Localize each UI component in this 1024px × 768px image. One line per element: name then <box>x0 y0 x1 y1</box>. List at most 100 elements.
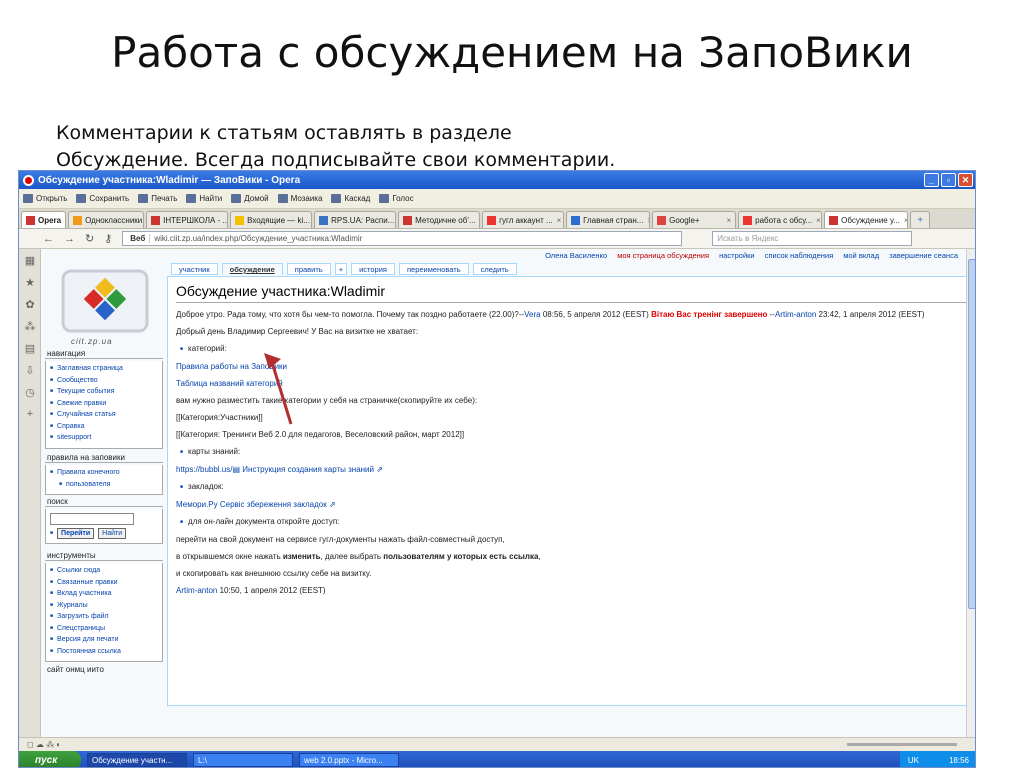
unite-icon[interactable]: ⁂ <box>19 315 41 337</box>
toolbar-find[interactable]: Найти <box>186 194 222 203</box>
nav-random-article[interactable]: Случайная статья <box>50 409 158 421</box>
contributions-link[interactable]: мой вклад <box>843 251 879 260</box>
nav-help[interactable]: Справка <box>50 421 158 433</box>
back-icon[interactable]: ← <box>43 233 54 245</box>
close-tab-icon[interactable]: × <box>647 216 649 225</box>
signature-user-link[interactable]: Artim-anton <box>176 586 217 595</box>
navigation-title: навигация <box>45 349 163 359</box>
forward-icon[interactable]: → <box>64 233 75 245</box>
new-tab-button[interactable]: + <box>910 211 931 228</box>
toolbar-open[interactable]: Открыть <box>23 194 67 203</box>
search-input[interactable]: Искать в Яндекс <box>712 231 913 246</box>
speed-dial-icon[interactable]: ▦ <box>19 249 41 271</box>
tab-google-account[interactable]: гугл аккаунт ... × <box>482 211 565 228</box>
tab-main-page[interactable]: Главная стран...× <box>566 211 651 228</box>
tab-methodical[interactable]: Методичне об'...× <box>398 211 481 228</box>
toolbar-voice[interactable]: Голос <box>379 194 414 203</box>
go-button[interactable]: Перейти <box>57 528 95 539</box>
bookmarks-star-icon[interactable]: ★ <box>19 271 41 293</box>
nav-sitesupport[interactable]: sitesupport <box>50 432 158 444</box>
maximize-button[interactable]: ▫ <box>941 173 956 187</box>
tab-watch[interactable]: следить <box>472 263 517 275</box>
watchlist-link[interactable]: список наблюдения <box>765 251 833 260</box>
toolbar-home[interactable]: Домой <box>231 194 269 203</box>
tab-active-discussion[interactable]: Обсуждение у... × <box>824 211 909 228</box>
tool-special-pages[interactable]: Спецстраницы <box>50 623 158 635</box>
tab-discussion[interactable]: обсуждение <box>221 263 283 275</box>
vertical-scrollbar[interactable] <box>966 249 975 737</box>
user-link-vera[interactable]: Vera <box>524 310 540 319</box>
task-powerpoint[interactable]: web 2.0.pptx - Micro... <box>299 753 399 767</box>
tab-work-discussion[interactable]: работа с обсу... × <box>738 211 823 228</box>
nav-community[interactable]: Сообщество <box>50 375 158 387</box>
toolbar-tile[interactable]: Мозаика <box>277 194 322 203</box>
minimize-button[interactable]: _ <box>924 173 939 187</box>
tab-odnoklassniki[interactable]: Одноклассники× <box>68 211 145 228</box>
tool-upload[interactable]: Загрузить файл <box>50 611 158 623</box>
close-tab-icon[interactable]: × <box>557 216 562 225</box>
tab-inbox[interactable]: Входящие — ki...× <box>230 211 313 228</box>
reload-icon[interactable]: ↻ <box>85 232 94 245</box>
close-button[interactable]: ✕ <box>958 173 973 187</box>
tab-add-section[interactable]: + <box>334 263 348 275</box>
tab-user-page[interactable]: участник <box>171 263 218 275</box>
tool-related-changes[interactable]: Связанные правки <box>50 577 158 589</box>
wiki-search-input[interactable] <box>50 513 134 525</box>
search-button[interactable]: Найти <box>98 528 127 539</box>
language-indicator[interactable]: UK <box>908 756 919 765</box>
zoom-slider[interactable] <box>847 743 957 746</box>
tool-whatlinkshere[interactable]: Ссылки сюда <box>50 565 158 577</box>
user-link-artim[interactable]: Artim-anton <box>775 310 816 319</box>
add-panel-icon[interactable]: + <box>19 403 41 425</box>
scrollbar-thumb[interactable] <box>968 259 975 609</box>
history-icon[interactable]: ◷ <box>19 381 41 403</box>
tool-contributions[interactable]: Вклад участника <box>50 588 158 600</box>
nav-recent-changes[interactable]: Свежие правки <box>50 398 158 410</box>
favicon-icon <box>657 215 667 225</box>
link-bubbl[interactable]: https://bubbl.us/ <box>176 465 232 474</box>
tool-print[interactable]: Версия для печати <box>50 634 158 646</box>
tool-permalink[interactable]: Постоянная ссылка <box>50 646 158 658</box>
task-opera[interactable]: Обсуждение участн... <box>87 753 187 767</box>
link-memori[interactable]: Мемори.Ру Сервіс збереження закладок <box>176 500 327 509</box>
toolbar-save[interactable]: Сохранить <box>76 194 129 203</box>
slide-text: Комментарии к статьям оставлять в раздел… <box>56 120 756 174</box>
tab-history[interactable]: история <box>351 263 395 275</box>
logout-link[interactable]: завершение сеанса <box>889 251 958 260</box>
tab-rps[interactable]: RPS.UA: Распи...× <box>314 211 397 228</box>
toolbar-print[interactable]: Печать <box>138 194 177 203</box>
tool-logs[interactable]: Журналы <box>50 600 158 612</box>
rules-link[interactable]: Правила конечного <box>50 467 158 479</box>
task-explorer[interactable]: L:\ <box>193 753 293 767</box>
widgets-icon[interactable]: ✿ <box>19 293 41 315</box>
toolbar-cascade[interactable]: Каскад <box>331 194 370 203</box>
tab-google-plus[interactable]: Google+ × <box>652 211 737 228</box>
address-input[interactable]: Веб wiki.ciit.zp.ua/index.php/Обсуждение… <box>122 231 683 246</box>
slide-title: Работа с обсуждением на ЗапоВики <box>111 28 913 77</box>
close-tab-icon[interactable]: × <box>904 216 907 225</box>
notes-icon[interactable]: ▤ <box>19 337 41 359</box>
rules-link-cont[interactable]: пользователя <box>50 479 158 491</box>
external-link-icon: ⇗ <box>374 465 383 474</box>
settings-link[interactable]: настройки <box>719 251 755 260</box>
close-tab-icon[interactable]: × <box>726 216 731 225</box>
favicon-icon <box>319 215 329 225</box>
bullet-online-doc: для он-лайн документа откройте доступ: <box>176 516 966 528</box>
tab-edit[interactable]: править <box>286 263 331 275</box>
key-icon[interactable]: ⚷ <box>104 232 112 245</box>
link-map-instruction[interactable]: Инструкция создания карты знаний <box>240 465 374 474</box>
tab-opera-menu[interactable]: Opera <box>21 211 67 228</box>
nav-main-page[interactable]: Заглавная страница <box>50 363 158 375</box>
tab-intershkola[interactable]: ІНТЕРШКОЛА - ...× <box>146 211 229 228</box>
site-logo[interactable] <box>55 265 155 337</box>
close-tab-icon[interactable]: × <box>480 216 481 225</box>
downloads-icon[interactable]: ⇩ <box>19 359 41 381</box>
start-button[interactable]: пуск <box>19 751 81 767</box>
signature: Artim-anton 10:50, 1 апреля 2012 (EEST) <box>176 586 326 595</box>
tab-move[interactable]: переименовать <box>398 263 469 275</box>
user-link[interactable]: Олена Василенко <box>545 251 607 260</box>
my-talk-link[interactable]: моя страница обсуждения <box>617 251 709 260</box>
panel-toggle-icon[interactable]: ◻ ☁ ⁂ ◐ <box>27 740 61 749</box>
nav-current-events[interactable]: Текущие события <box>50 386 158 398</box>
close-tab-icon[interactable]: × <box>816 216 821 225</box>
